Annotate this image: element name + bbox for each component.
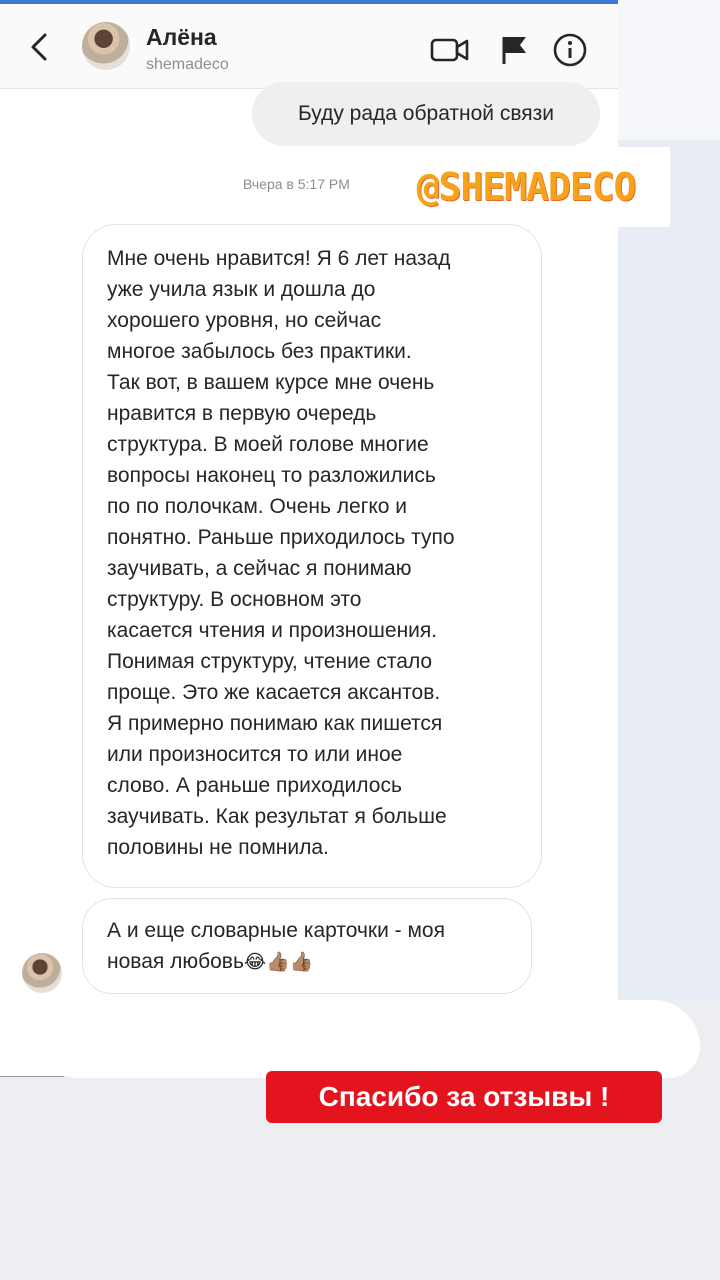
contact-name[interactable]: Алёна (146, 24, 217, 51)
avatar[interactable] (82, 22, 130, 70)
emoji-reaction: 😂👍🏽👍🏽 (243, 952, 314, 973)
video-call-button[interactable] (430, 32, 470, 68)
thanks-banner: Спасибо за отзывы ! (266, 1071, 662, 1123)
divider (0, 1076, 64, 1077)
contact-username[interactable]: shemadeco (146, 56, 229, 74)
video-call-icon (430, 38, 469, 62)
back-button[interactable] (22, 30, 56, 64)
background-strip-top (618, 0, 720, 140)
sent-message[interactable]: Буду рада обратной связи (252, 82, 600, 146)
received-message[interactable]: Мне очень нравится! Я 6 лет назад уже уч… (82, 224, 542, 888)
instagram-handle-sticker: @SHEMADECO (382, 147, 670, 227)
chat-header: Алёна shemadeco (0, 4, 618, 89)
report-button[interactable] (494, 32, 534, 68)
back-icon (31, 33, 47, 61)
received-message[interactable]: А и еще словарные карточки - моя новая л… (82, 898, 532, 994)
info-icon (553, 33, 587, 67)
message-line: А и еще словарные карточки - моя (107, 919, 445, 942)
message-timestamp: Вчера в 5:17 PM (243, 176, 350, 192)
flag-icon (502, 37, 526, 64)
message-line: новая любовь (107, 950, 244, 973)
info-button[interactable] (550, 32, 590, 68)
sender-avatar (22, 953, 62, 993)
brush-stroke (60, 1000, 700, 1078)
